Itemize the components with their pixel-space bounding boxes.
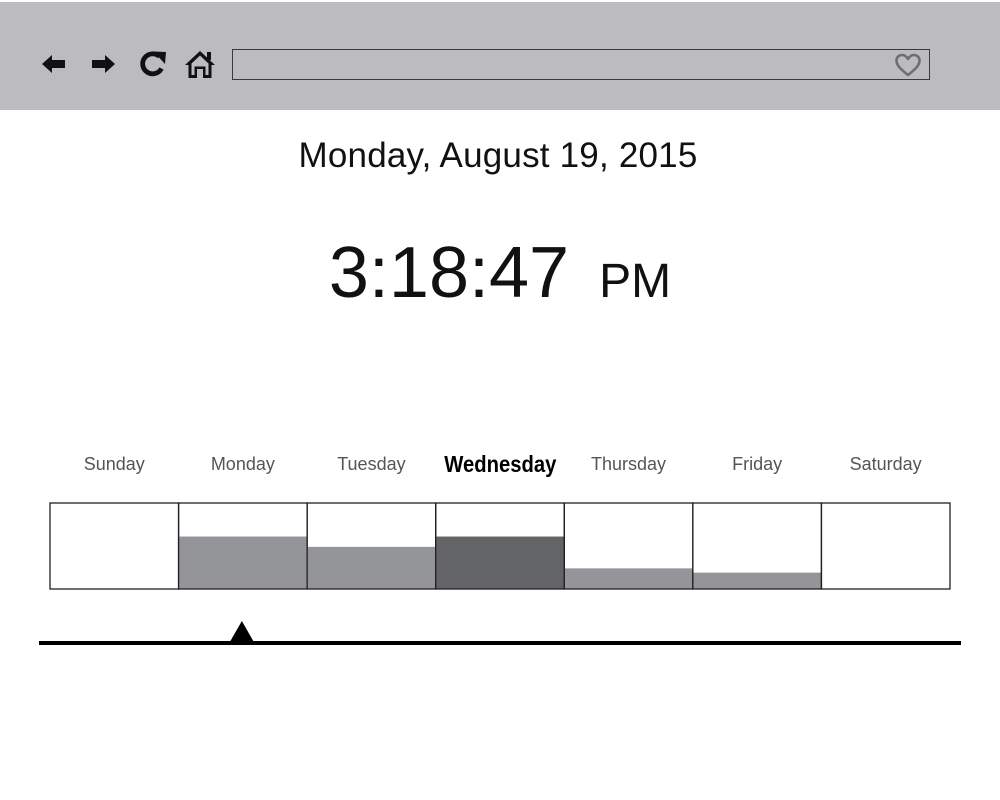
day-label-saturday[interactable]: Saturday — [821, 454, 950, 484]
clock-period: PM — [599, 255, 672, 308]
day-label-wednesday[interactable]: Wednesday — [443, 451, 556, 484]
reload-icon — [140, 51, 166, 77]
chart-bar-friday — [692, 572, 822, 589]
back-arrow-icon — [42, 55, 65, 73]
chart-bar-tuesday — [307, 546, 436, 589]
forward-arrow-icon — [92, 55, 115, 73]
browser-toolbar — [0, 2, 1000, 110]
current-date: Monday, August 19, 2015 — [298, 136, 698, 175]
address-bar-input[interactable] — [232, 49, 930, 80]
weekday-labels: Sunday Monday Tuesday Wednesday Thursday… — [50, 451, 950, 484]
timeline-marker[interactable] — [229, 621, 254, 642]
heart-icon — [895, 53, 921, 77]
home-button[interactable] — [182, 46, 218, 82]
forward-button[interactable] — [86, 46, 122, 82]
weekly-activity-chart-svg — [49, 502, 951, 590]
day-label-sunday[interactable]: Sunday — [50, 454, 179, 484]
reload-button[interactable] — [135, 46, 171, 82]
chart-bar-monday — [178, 536, 308, 589]
day-label-tuesday[interactable]: Tuesday — [307, 454, 436, 484]
chart-cell-saturday[interactable] — [820, 502, 951, 590]
favorite-button[interactable] — [890, 50, 926, 80]
timeline-scrubber[interactable] — [39, 618, 961, 648]
day-label-thursday[interactable]: Thursday — [564, 454, 693, 484]
day-label-friday[interactable]: Friday — [693, 454, 822, 484]
clock-display: 3:18:47 PM — [0, 232, 1000, 314]
chart-bar-wednesday — [435, 536, 565, 589]
chart-bar-thursday — [564, 568, 693, 589]
back-button[interactable] — [35, 46, 71, 82]
page: Monday, August 19, 2015 3:18:47 PM Sunday… — [0, 0, 1000, 800]
timeline-scrubber-svg — [39, 621, 961, 645]
weekly-activity-chart — [49, 502, 951, 590]
home-icon — [185, 51, 215, 78]
day-label-monday[interactable]: Monday — [179, 454, 308, 484]
chart-cell-sunday[interactable] — [49, 502, 180, 590]
clock-time: 3:18:47 — [328, 233, 570, 313]
